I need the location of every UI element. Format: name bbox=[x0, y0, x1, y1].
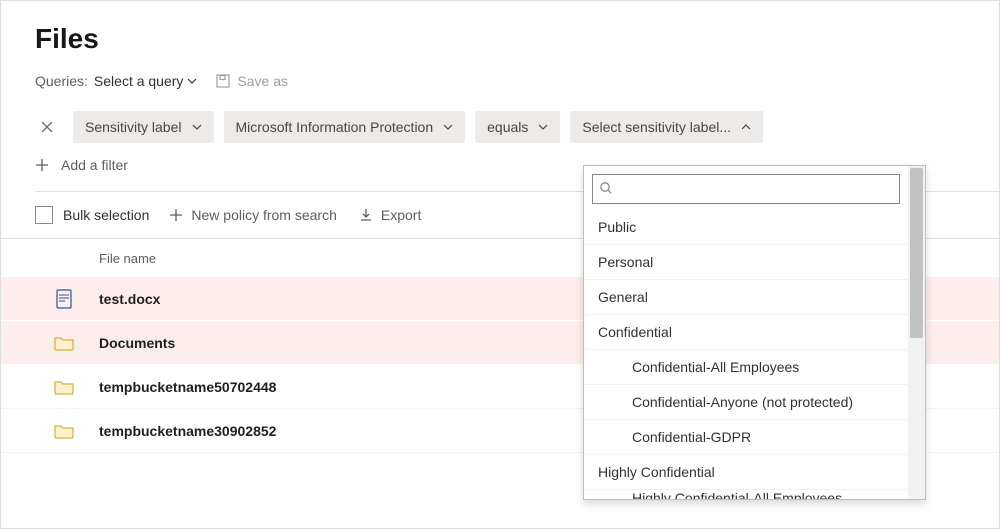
dropdown-search-input[interactable] bbox=[592, 174, 900, 204]
dropdown-item[interactable]: Highly Confidential bbox=[584, 455, 908, 490]
export-button[interactable]: Export bbox=[359, 207, 421, 223]
search-icon bbox=[599, 181, 613, 195]
chevron-up-icon bbox=[741, 122, 751, 132]
dropdown-item[interactable]: Confidential bbox=[584, 315, 908, 350]
chip-text: Select sensitivity label... bbox=[582, 119, 731, 135]
new-policy-button[interactable]: New policy from search bbox=[169, 207, 337, 223]
dropdown-item[interactable]: Public bbox=[584, 210, 908, 245]
folder-icon bbox=[35, 423, 93, 439]
chip-text: Sensitivity label bbox=[85, 119, 182, 135]
col-header-filename[interactable]: File name bbox=[93, 251, 156, 266]
file-name: tempbucketname30902852 bbox=[93, 423, 276, 439]
chip-select-label[interactable]: Select sensitivity label... bbox=[570, 111, 763, 143]
export-label: Export bbox=[381, 207, 421, 223]
folder-icon bbox=[35, 335, 93, 351]
chevron-down-icon bbox=[187, 76, 197, 86]
dropdown-scrollbar[interactable] bbox=[908, 166, 925, 499]
saveas-label: Save as bbox=[237, 73, 288, 89]
saveas-button[interactable]: Save as bbox=[215, 73, 288, 89]
dropdown-item[interactable]: Confidential-GDPR bbox=[584, 420, 908, 455]
plus-icon bbox=[169, 208, 183, 222]
queries-label: Queries: bbox=[35, 73, 88, 89]
dropdown-item[interactable]: Highly Confidential-All Employees bbox=[584, 490, 908, 499]
add-filter-label: Add a filter bbox=[61, 157, 128, 173]
download-icon bbox=[359, 208, 373, 222]
dropdown-item[interactable]: Personal bbox=[584, 245, 908, 280]
page-title: Files bbox=[35, 23, 999, 55]
folder-icon bbox=[35, 379, 93, 395]
sensitivity-label-dropdown: PublicPersonalGeneralConfidentialConfide… bbox=[583, 165, 926, 500]
dropdown-item[interactable]: Confidential-Anyone (not protected) bbox=[584, 385, 908, 420]
select-a-query[interactable]: Select a query bbox=[94, 73, 198, 89]
dropdown-list: PublicPersonalGeneralConfidentialConfide… bbox=[584, 210, 908, 499]
save-icon bbox=[215, 73, 231, 89]
chevron-down-icon bbox=[192, 122, 202, 132]
chip-mip[interactable]: Microsoft Information Protection bbox=[224, 111, 466, 143]
file-name: tempbucketname50702448 bbox=[93, 379, 276, 395]
chevron-down-icon bbox=[443, 122, 453, 132]
bulk-select-label: Bulk selection bbox=[63, 207, 149, 223]
filter-chips-row: Sensitivity label Microsoft Information … bbox=[35, 111, 999, 143]
file-name: test.docx bbox=[93, 291, 160, 307]
file-name: Documents bbox=[93, 335, 175, 351]
chip-text: Microsoft Information Protection bbox=[236, 119, 434, 135]
bulk-select-checkbox[interactable] bbox=[35, 206, 53, 224]
dropdown-scroll-thumb[interactable] bbox=[910, 168, 923, 338]
new-policy-label: New policy from search bbox=[191, 207, 337, 223]
chip-operator[interactable]: equals bbox=[475, 111, 560, 143]
clear-filter-button[interactable] bbox=[35, 115, 59, 139]
plus-icon bbox=[35, 158, 49, 172]
chip-text: equals bbox=[487, 119, 528, 135]
dropdown-item[interactable]: Confidential-All Employees bbox=[584, 350, 908, 385]
chip-sensitivity-label[interactable]: Sensitivity label bbox=[73, 111, 214, 143]
chevron-down-icon bbox=[538, 122, 548, 132]
queries-row: Queries: Select a query Save as bbox=[35, 73, 999, 89]
dropdown-item[interactable]: General bbox=[584, 280, 908, 315]
file-icon bbox=[35, 289, 93, 309]
select-a-query-text: Select a query bbox=[94, 73, 184, 89]
